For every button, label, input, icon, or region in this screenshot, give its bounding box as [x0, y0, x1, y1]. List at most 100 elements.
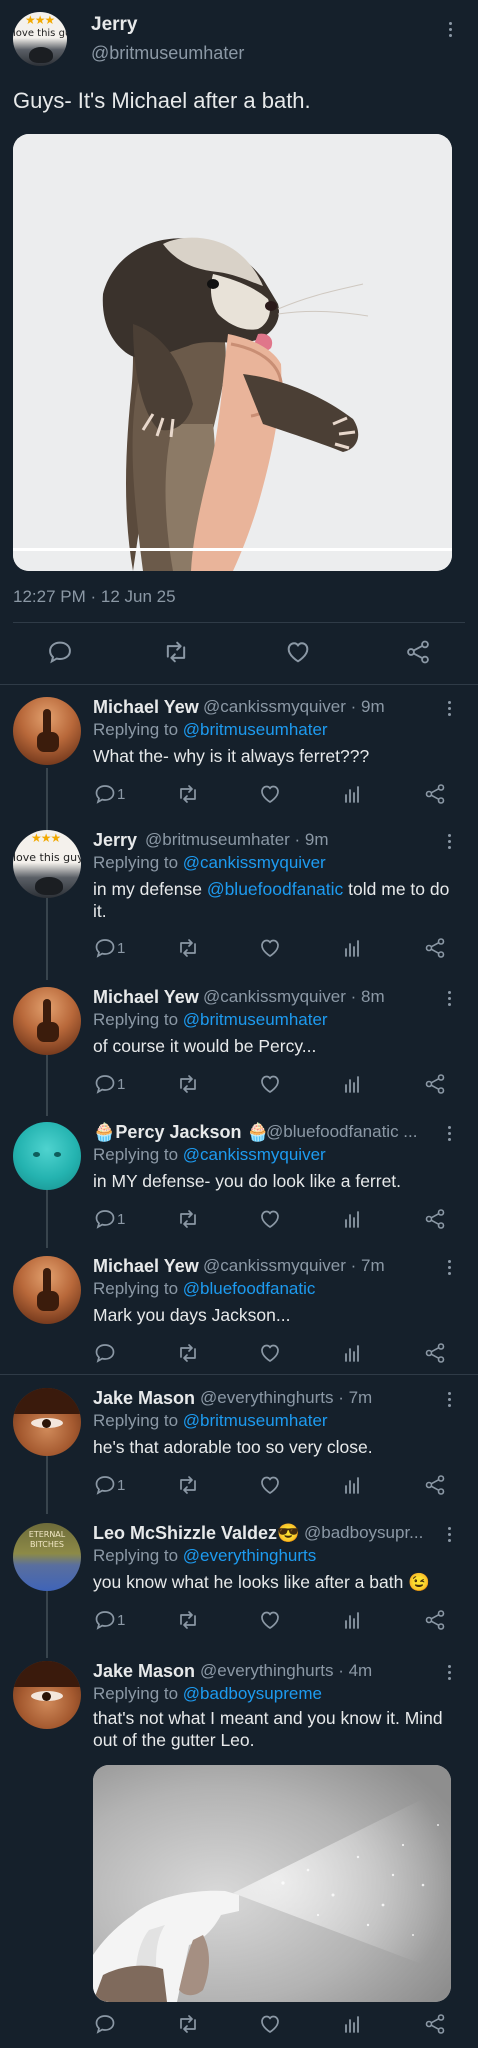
author-handle[interactable]: @everythinghurts · 4m — [200, 1661, 372, 1681]
more-icon[interactable] — [448, 1527, 452, 1545]
reply-icon[interactable] — [93, 1341, 117, 1365]
reply-button[interactable]: 1 — [93, 1207, 125, 1231]
author-handle[interactable]: @britmuseumhater · 9m — [145, 830, 329, 850]
reply-button[interactable]: 1 — [93, 1072, 125, 1096]
reply-button[interactable]: 1 — [93, 1473, 125, 1497]
tweet-photo-ferret[interactable] — [13, 134, 452, 571]
analytics-icon[interactable] — [340, 936, 364, 960]
analytics-icon[interactable] — [340, 2012, 364, 2036]
analytics-icon[interactable] — [340, 782, 364, 806]
like-icon[interactable] — [258, 1608, 282, 1632]
retweet-icon[interactable] — [176, 782, 200, 806]
share-icon[interactable] — [423, 1207, 447, 1231]
author-name[interactable]: Jake Mason — [93, 1388, 195, 1409]
analytics-icon[interactable] — [340, 1473, 364, 1497]
analytics-icon[interactable] — [340, 1608, 364, 1632]
avatar[interactable]: ★★★ love this guy — [13, 12, 67, 66]
author-handle[interactable]: @everythinghurts · 7m — [200, 1388, 372, 1408]
avatar[interactable] — [13, 697, 81, 765]
share-icon[interactable] — [423, 1072, 447, 1096]
more-icon[interactable] — [448, 1665, 452, 1683]
author-name[interactable]: Michael Yew — [93, 987, 199, 1008]
avatar[interactable] — [13, 1661, 81, 1729]
author-handle[interactable]: @cankissmyquiver · 7m — [203, 1256, 385, 1276]
author-handle[interactable]: @britmuseumhater — [91, 43, 244, 64]
mention-link[interactable]: @badboysupreme — [183, 1684, 322, 1703]
retweet-icon[interactable] — [176, 1341, 200, 1365]
like-icon[interactable] — [284, 638, 312, 666]
more-icon[interactable] — [448, 991, 452, 1009]
reply-tweet[interactable]: Michael Yew @cankissmyquiver · 8m Replyi… — [0, 975, 478, 1108]
more-icon[interactable] — [448, 1126, 452, 1144]
like-icon[interactable] — [258, 936, 282, 960]
author-name[interactable]: Michael Yew — [93, 1256, 199, 1277]
share-icon[interactable] — [423, 2012, 447, 2036]
analytics-icon[interactable] — [340, 1207, 364, 1231]
retweet-icon[interactable] — [176, 936, 200, 960]
like-icon[interactable] — [258, 782, 282, 806]
like-icon[interactable] — [258, 2012, 282, 2036]
retweet-icon[interactable] — [176, 2012, 200, 2036]
share-icon[interactable] — [423, 1608, 447, 1632]
reply-text: that's not what I meant and you know it.… — [93, 1708, 443, 1750]
reply-button[interactable]: 1 — [93, 936, 125, 960]
mention-link[interactable]: @cankissmyquiver — [183, 1145, 326, 1164]
author-name[interactable]: Jake Mason — [93, 1661, 195, 1682]
like-icon[interactable] — [258, 1072, 282, 1096]
reply-icon[interactable] — [93, 2012, 117, 2036]
reply-tweet[interactable]: ★★★ love this guy Jerry @britmuseumhater… — [0, 818, 478, 975]
author-name[interactable]: 🧁Percy Jackson 🧁 — [93, 1122, 269, 1143]
avatar[interactable] — [13, 1256, 81, 1324]
reply-tweet[interactable]: 🧁Percy Jackson 🧁 @bluefoodfanatic ... Re… — [0, 1110, 478, 1246]
author-handle[interactable]: @cankissmyquiver · 8m — [203, 987, 385, 1007]
reply-button[interactable]: 1 — [93, 782, 125, 806]
author-name[interactable]: Jerry — [93, 830, 137, 851]
more-icon[interactable] — [448, 1260, 452, 1278]
author-name[interactable]: Leo McShizzle Valdez😎 — [93, 1523, 299, 1544]
avatar[interactable]: ETERNAL BITCHES — [13, 1523, 81, 1591]
share-icon[interactable] — [404, 638, 432, 666]
like-icon[interactable] — [258, 1473, 282, 1497]
reply-tweet[interactable]: Michael Yew @cankissmyquiver · 9m Replyi… — [0, 685, 478, 818]
more-icon[interactable] — [449, 22, 453, 40]
author-name[interactable]: Michael Yew — [93, 697, 199, 718]
mention-link[interactable]: @cankissmyquiver — [183, 853, 326, 872]
share-icon[interactable] — [423, 1341, 447, 1365]
author-handle[interactable]: @badboysupr... — [304, 1523, 423, 1543]
avatar[interactable] — [13, 1122, 81, 1190]
mention-link[interactable]: @everythinghurts — [183, 1546, 317, 1565]
retweet-icon[interactable] — [176, 1473, 200, 1497]
reply-tweet[interactable]: Michael Yew @cankissmyquiver · 7m Replyi… — [0, 1244, 478, 1374]
retweet-icon[interactable] — [176, 1072, 200, 1096]
mention-link[interactable]: @bluefoodfanatic — [207, 879, 343, 899]
author-handle[interactable]: @bluefoodfanatic ... — [266, 1122, 417, 1142]
divider — [13, 622, 465, 623]
mention-link[interactable]: @bluefoodfanatic — [183, 1279, 316, 1298]
share-icon[interactable] — [423, 782, 447, 806]
reply-tweet[interactable]: ETERNAL BITCHES Leo McShizzle Valdez😎 @b… — [0, 1511, 478, 1649]
avatar[interactable]: ★★★ love this guy — [13, 830, 81, 898]
analytics-icon[interactable] — [340, 1072, 364, 1096]
retweet-icon[interactable] — [176, 1608, 200, 1632]
share-icon[interactable] — [423, 1473, 447, 1497]
reply-tweet[interactable]: Jake Mason @everythinghurts · 7m Replyin… — [0, 1376, 478, 1511]
more-icon[interactable] — [448, 701, 452, 719]
retweet-icon[interactable] — [162, 638, 190, 666]
mention-link[interactable]: @britmuseumhater — [183, 1010, 328, 1029]
retweet-icon[interactable] — [176, 1207, 200, 1231]
more-icon[interactable] — [448, 1392, 452, 1410]
mention-link[interactable]: @britmuseumhater — [183, 1411, 328, 1430]
share-icon[interactable] — [423, 936, 447, 960]
author-name[interactable]: Jerry — [91, 14, 138, 36]
author-handle[interactable]: @cankissmyquiver · 9m — [203, 697, 385, 717]
analytics-icon[interactable] — [340, 1341, 364, 1365]
like-icon[interactable] — [258, 1341, 282, 1365]
more-icon[interactable] — [448, 834, 452, 852]
reply-button[interactable]: 1 — [93, 1608, 125, 1632]
like-icon[interactable] — [258, 1207, 282, 1231]
avatar[interactable] — [13, 1388, 81, 1456]
avatar[interactable] — [13, 987, 81, 1055]
tweet-photo-spray-bottle[interactable] — [93, 1765, 451, 2002]
reply-icon[interactable] — [46, 638, 74, 666]
mention-link[interactable]: @britmuseumhater — [183, 720, 328, 739]
